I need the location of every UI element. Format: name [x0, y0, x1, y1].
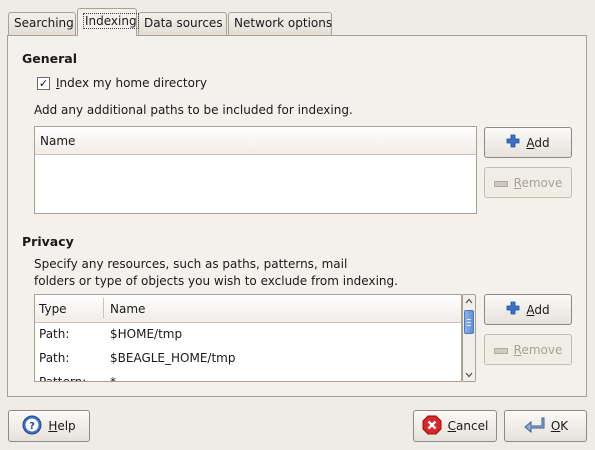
row-name: $BEAGLE_HOME/tmp: [110, 351, 236, 365]
table-row[interactable]: Path: $HOME/tmp: [35, 323, 461, 347]
privacy-section-title: Privacy: [22, 234, 74, 249]
button-label: OK: [550, 419, 569, 433]
button-label: Help: [48, 419, 76, 433]
help-button[interactable]: ? Help: [8, 410, 90, 442]
add-exclusion-button[interactable]: Add: [484, 294, 572, 325]
scroll-down-arrow-icon[interactable]: [464, 369, 474, 380]
exclusions-scrollbar[interactable]: [462, 294, 476, 382]
exclusions-list-header: Type Name: [35, 295, 461, 323]
tab-label: Searching: [14, 16, 74, 30]
privacy-description-line: folders or type of objects you wish to e…: [34, 274, 398, 288]
ok-arrow-icon: [523, 416, 545, 437]
svg-text:?: ?: [29, 421, 35, 432]
add-path-button[interactable]: Add: [484, 127, 572, 158]
checkmark-icon: ✓: [38, 77, 49, 90]
row-name: *: [110, 375, 116, 382]
scroll-up-arrow-icon[interactable]: [464, 296, 474, 307]
tab-label: Data sources: [144, 16, 223, 30]
paths-list-header: Name: [35, 127, 476, 155]
row-type: Path:: [39, 327, 70, 341]
tab-searching[interactable]: Searching: [8, 12, 76, 35]
column-header-name[interactable]: Name: [40, 134, 75, 148]
exclusions-list[interactable]: Type Name Path: $HOME/tmp Path: $BEAGLE_…: [34, 294, 462, 382]
cancel-button[interactable]: Cancel: [413, 410, 497, 442]
column-header-type[interactable]: Type: [39, 302, 67, 316]
ok-button[interactable]: OK: [504, 410, 587, 442]
tab-label: Indexing: [83, 13, 139, 29]
tab-label: Network options: [234, 16, 333, 30]
column-divider: [103, 298, 104, 318]
help-icon: ?: [22, 415, 42, 438]
minus-icon: [493, 176, 508, 190]
remove-path-button[interactable]: Remove: [484, 167, 572, 198]
button-label: Add: [526, 302, 550, 317]
table-row[interactable]: Path: $BEAGLE_HOME/tmp: [35, 347, 461, 371]
index-home-checkbox[interactable]: ✓: [37, 77, 50, 90]
tab-data-sources[interactable]: Data sources: [138, 12, 227, 35]
general-section-title: General: [22, 51, 77, 66]
privacy-description: Specify any resources, such as paths, pa…: [34, 256, 398, 290]
tab-network-options[interactable]: Network options: [228, 12, 332, 35]
paths-list[interactable]: Name: [34, 126, 477, 214]
index-home-label[interactable]: Index my home directory: [56, 76, 207, 90]
plus-icon: [506, 301, 520, 318]
row-type: Pattern:: [39, 375, 87, 382]
tab-indexing[interactable]: Indexing: [77, 8, 139, 36]
button-label: Cancel: [447, 419, 489, 433]
scroll-thumb[interactable]: [464, 310, 474, 334]
plus-icon: [506, 134, 520, 151]
column-header-name[interactable]: Name: [110, 302, 145, 316]
cancel-icon: [422, 415, 442, 438]
row-name: $HOME/tmp: [110, 327, 183, 341]
privacy-description-line: Specify any resources, such as paths, pa…: [34, 257, 348, 271]
remove-exclusion-button[interactable]: Remove: [484, 334, 572, 365]
button-label: Remove: [513, 175, 563, 190]
label-text: ndex my home directory: [59, 76, 207, 90]
table-row[interactable]: Pattern: *: [35, 371, 461, 382]
paths-description: Add any additional paths to be included …: [34, 103, 353, 117]
row-type: Path:: [39, 351, 70, 365]
button-label: Remove: [513, 342, 563, 357]
button-label: Add: [526, 135, 550, 150]
minus-icon: [493, 343, 508, 357]
